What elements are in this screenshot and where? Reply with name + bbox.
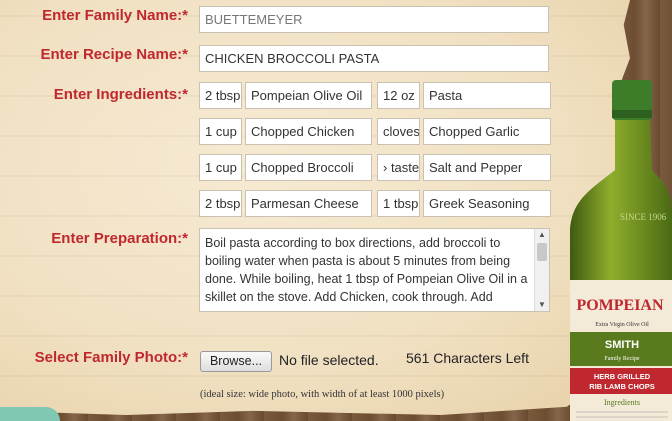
scroll-down-arrow-icon[interactable]: ▼: [535, 299, 549, 311]
ingredient-item-input[interactable]: Chopped Chicken: [245, 118, 372, 145]
svg-text:Family Recipe: Family Recipe: [604, 356, 639, 362]
family-name-input[interactable]: BUETTEMEYER: [199, 6, 549, 33]
scroll-up-arrow-icon[interactable]: ▲: [535, 229, 549, 241]
ingredient-qty-input[interactable]: 12 oz: [377, 82, 420, 109]
recipe-name-input[interactable]: CHICKEN BROCCOLI PASTA: [199, 45, 549, 72]
svg-text:SINCE 1906: SINCE 1906: [620, 212, 667, 222]
scroll-thumb[interactable]: [537, 243, 547, 261]
ingredient-item-input[interactable]: Chopped Broccoli: [245, 154, 372, 181]
ingredient-qty-input[interactable]: cloves: [377, 118, 420, 145]
file-status: No file selected.: [279, 352, 379, 368]
preparation-text: Boil pasta according to box directions, …: [205, 236, 528, 304]
svg-text:SMITH: SMITH: [605, 339, 639, 351]
textarea-scrollbar[interactable]: ▲ ▼: [534, 229, 549, 311]
teal-decoration: [0, 407, 60, 421]
ingredient-item-input[interactable]: Pompeian Olive Oil: [245, 82, 372, 109]
ingredient-item-input[interactable]: Pasta: [423, 82, 551, 109]
characters-left: 561 Characters Left: [406, 350, 529, 366]
svg-text:POMPEIAN: POMPEIAN: [576, 297, 664, 314]
svg-text:HERB GRILLED: HERB GRILLED: [594, 372, 651, 381]
svg-text:Extra Virgin Olive Oil: Extra Virgin Olive Oil: [595, 322, 649, 328]
ingredient-qty-input[interactable]: 1 cup: [199, 118, 242, 145]
ingredient-qty-input[interactable]: 2 tbsp: [199, 190, 242, 217]
ingredients-label: Enter Ingredients:*: [53, 86, 188, 103]
photo-label: Select Family Photo:*: [34, 349, 188, 366]
ingredient-qty-input[interactable]: 2 tbsp: [199, 82, 242, 109]
svg-text:Ingredients: Ingredients: [604, 398, 640, 407]
ingredient-item-input[interactable]: Chopped Garlic: [423, 118, 551, 145]
svg-text:RIB LAMB CHOPS: RIB LAMB CHOPS: [589, 382, 654, 391]
recipe-name-label: Enter Recipe Name:*: [40, 46, 188, 63]
family-name-label: Enter Family Name:*: [42, 7, 188, 24]
ingredient-qty-input[interactable]: 1 cup: [199, 154, 242, 181]
photo-size-hint: (ideal size: wide photo, with width of a…: [200, 389, 445, 400]
preparation-textarea[interactable]: Boil pasta according to box directions, …: [199, 228, 550, 312]
ingredient-item-input[interactable]: Salt and Pepper: [423, 154, 551, 181]
preparation-label: Enter Preparation:*: [51, 230, 188, 247]
browse-button[interactable]: Browse...: [200, 351, 272, 372]
olive-oil-bottle-image: SINCE 1906 POMPEIAN Extra Virgin Olive O…: [570, 80, 672, 421]
ingredient-qty-input[interactable]: 1 tbsp: [377, 190, 420, 217]
ingredient-item-input[interactable]: Parmesan Cheese: [245, 190, 372, 217]
ingredient-qty-input[interactable]: › taste: [377, 154, 420, 181]
ingredient-item-input[interactable]: Greek Seasoning: [423, 190, 551, 217]
